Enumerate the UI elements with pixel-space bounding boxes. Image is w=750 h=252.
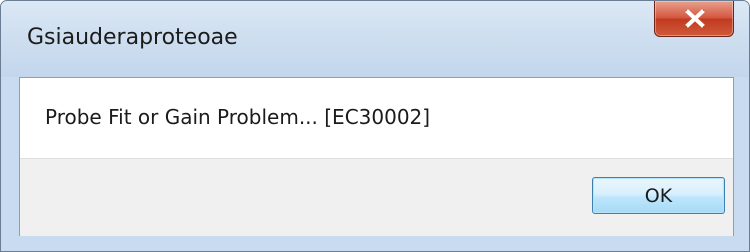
error-message: Probe Fit or Gain Problem... [EC30002] bbox=[45, 105, 431, 129]
ok-button[interactable]: OK bbox=[592, 177, 725, 214]
title-bar[interactable]: Gsiauderaproteoae bbox=[1, 1, 749, 77]
message-dialog: Gsiauderaproteoae Probe Fit or Gain Prob… bbox=[0, 0, 750, 252]
dialog-content: Probe Fit or Gain Problem... [EC30002] O… bbox=[19, 77, 734, 236]
window-title: Gsiauderaproteoae bbox=[27, 25, 238, 50]
close-icon bbox=[685, 9, 705, 28]
button-bar: OK bbox=[20, 158, 733, 236]
close-button[interactable] bbox=[654, 1, 734, 37]
